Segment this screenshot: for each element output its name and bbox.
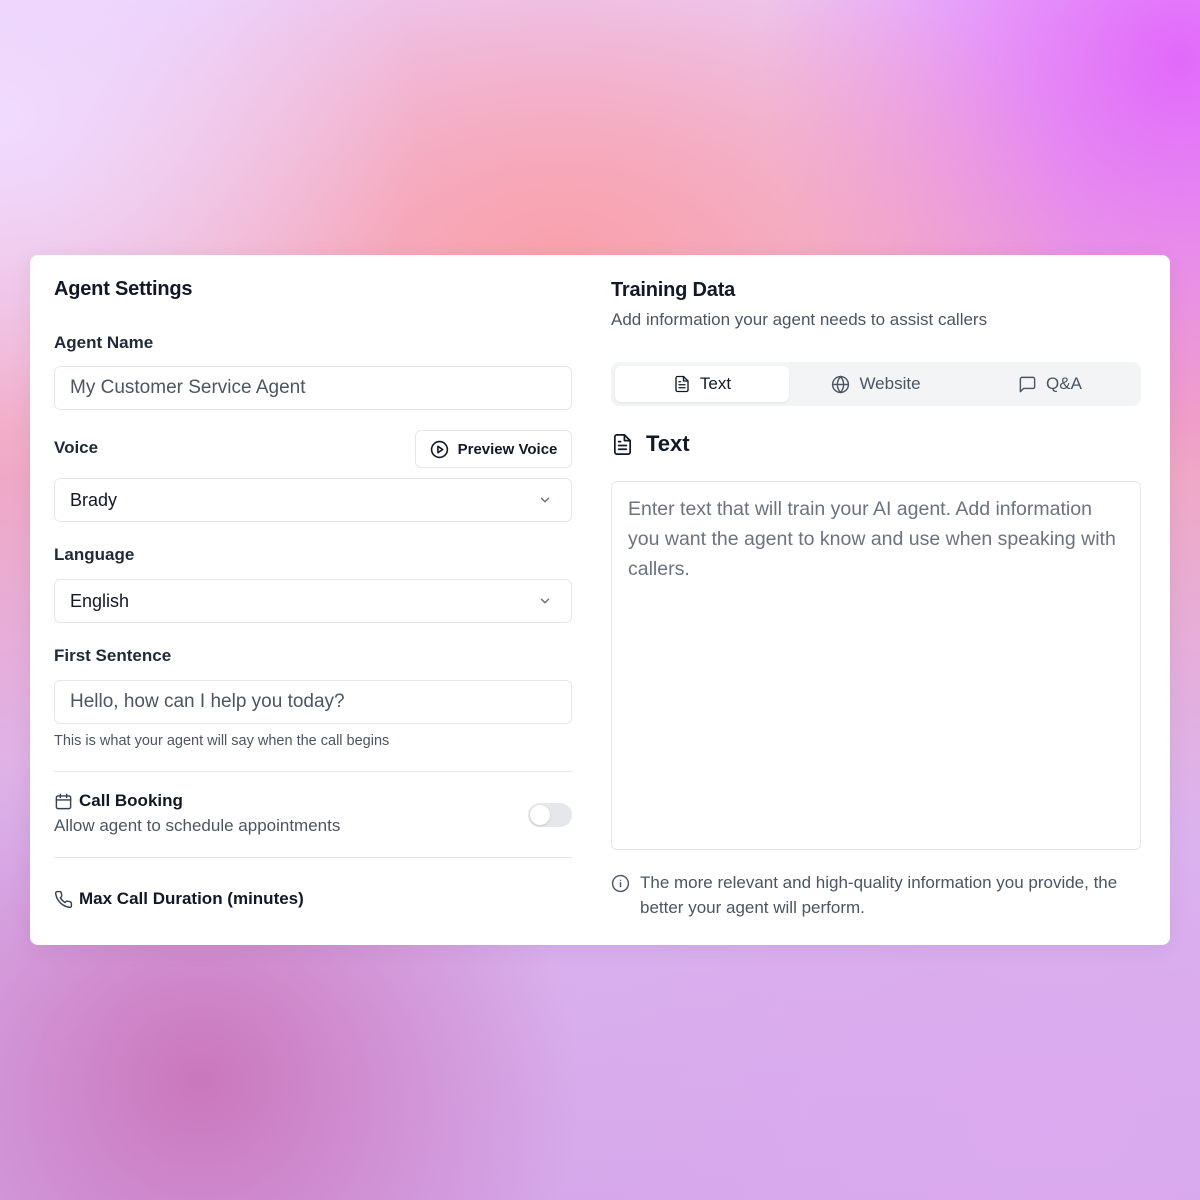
first-sentence-input[interactable]: Hello, how can I help you today? xyxy=(54,680,572,724)
voice-label: Voice xyxy=(54,438,99,457)
globe-icon xyxy=(831,375,850,394)
phone-icon xyxy=(54,890,73,909)
tab-qa-label: Q&A xyxy=(1046,374,1082,393)
training-data-tabs: Text Website Q&A xyxy=(611,362,1141,406)
call-booking-description: Allow agent to schedule appointments xyxy=(54,816,341,835)
call-booking-title-row: Call Booking xyxy=(54,791,183,811)
chevron-down-icon xyxy=(538,493,556,507)
max-call-duration-row: Max Call Duration (minutes) xyxy=(54,889,304,909)
chevron-down-icon xyxy=(538,594,556,608)
training-text-textarea[interactable]: Enter text that will train your AI agent… xyxy=(611,481,1141,850)
info-note-text: The more relevant and high-quality infor… xyxy=(640,873,1118,917)
preview-voice-button[interactable]: Preview Voice xyxy=(415,430,572,468)
first-sentence-label: First Sentence xyxy=(54,646,172,665)
agent-name-label: Agent Name xyxy=(54,333,154,352)
preview-voice-label: Preview Voice xyxy=(457,440,558,458)
text-content-title-label: Text xyxy=(646,431,690,456)
agent-settings-title: Agent Settings xyxy=(54,278,193,300)
language-selected-value: English xyxy=(70,590,130,611)
max-call-duration-title: Max Call Duration (minutes) xyxy=(79,889,304,908)
first-sentence-hint: This is what your agent will say when th… xyxy=(54,733,390,749)
call-booking-toggle[interactable] xyxy=(528,803,572,827)
play-circle-icon xyxy=(430,440,449,459)
calendar-icon xyxy=(54,792,73,811)
toggle-knob xyxy=(530,805,550,825)
divider xyxy=(54,771,572,772)
divider xyxy=(54,857,572,858)
voice-select[interactable]: Brady xyxy=(54,478,572,522)
tab-website[interactable]: Website xyxy=(789,366,963,402)
tab-text-label: Text xyxy=(699,374,732,393)
tab-text[interactable]: Text xyxy=(615,366,789,402)
agent-name-input[interactable]: My Customer Service Agent xyxy=(54,366,572,410)
language-label: Language xyxy=(54,545,135,564)
voice-selected-value: Brady xyxy=(70,489,118,510)
training-data-subtitle: Add information your agent needs to assi… xyxy=(611,310,988,329)
agent-config-card: Agent Settings Agent Name My Customer Se… xyxy=(30,255,1170,945)
language-select[interactable]: English xyxy=(54,579,572,623)
document-icon xyxy=(673,375,691,393)
call-booking-title: Call Booking xyxy=(79,791,183,810)
document-icon xyxy=(611,433,634,456)
training-data-title: Training Data xyxy=(611,279,736,301)
info-icon xyxy=(611,870,630,920)
tab-qa[interactable]: Q&A xyxy=(963,366,1137,402)
chat-bubble-icon xyxy=(1018,375,1037,394)
text-content-title: Text xyxy=(611,431,690,457)
tab-website-label: Website xyxy=(859,374,921,393)
info-note: The more relevant and high-quality infor… xyxy=(611,870,1141,920)
